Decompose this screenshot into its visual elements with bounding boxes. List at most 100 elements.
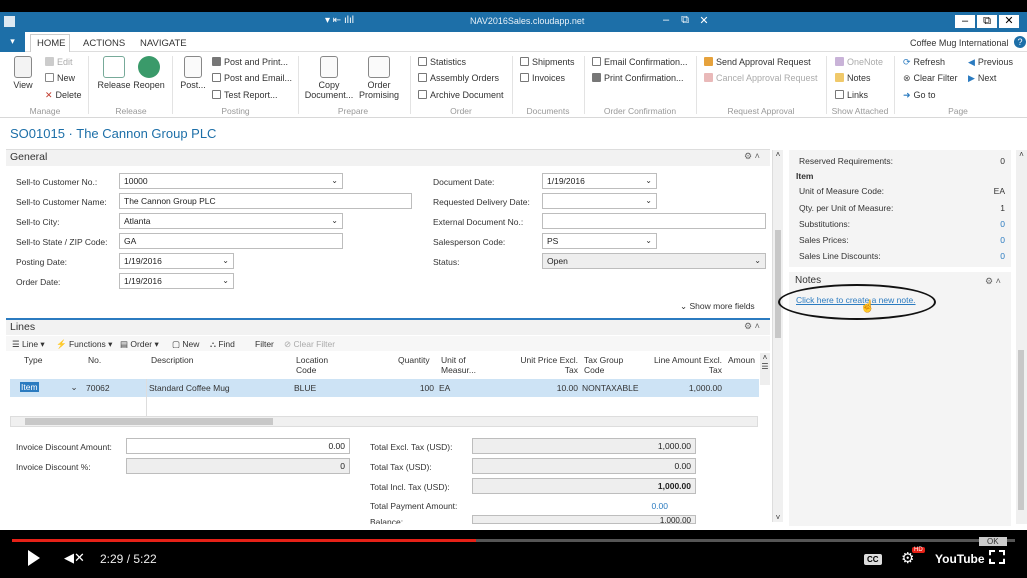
lines-section-title[interactable]: Lines — [10, 321, 35, 333]
assembly-orders-button[interactable]: Assembly Orders — [418, 73, 499, 83]
help-icon[interactable]: ? — [1014, 36, 1026, 48]
scrollbar-thumb[interactable] — [775, 230, 781, 338]
column-chooser-icon[interactable]: ˄ ☰ — [760, 353, 770, 385]
notes-button[interactable]: Notes — [835, 73, 871, 83]
col-unit-price[interactable]: Unit Price Excl. Tax — [512, 355, 578, 375]
col-quantity[interactable]: Quantity — [398, 355, 430, 365]
chevron-down-icon[interactable]: ⌄ — [645, 176, 652, 185]
lines-horizontal-scrollbar[interactable] — [10, 416, 758, 427]
col-description[interactable]: Description — [151, 355, 194, 365]
next-button[interactable]: ▶ Next — [968, 73, 996, 84]
col-location-code[interactable]: Location Code — [296, 355, 346, 375]
col-type[interactable]: Type — [24, 355, 42, 365]
status-field[interactable]: Open ⌄ — [542, 253, 766, 269]
total-payment-amount-value[interactable]: 0.00 — [640, 501, 668, 511]
reopen-button[interactable]: Reopen — [132, 56, 166, 90]
app-menu-button[interactable]: ▾ — [0, 32, 25, 52]
fullscreen-icon[interactable] — [989, 550, 1005, 564]
row-uom-cell[interactable]: EA — [439, 383, 450, 393]
release-button[interactable]: Release — [97, 56, 131, 90]
sales-line-discounts-value[interactable]: 0 — [1000, 251, 1005, 261]
minimize-button[interactable]: – — [656, 14, 676, 26]
chevron-up-icon[interactable]: ˄ — [773, 150, 783, 159]
chevron-down-icon[interactable]: ⌄ — [754, 256, 761, 265]
refresh-button[interactable]: ⟳ Refresh — [903, 57, 945, 68]
row-tax-group-cell[interactable]: NONTAXABLE — [582, 383, 639, 393]
sell-to-customer-no-field[interactable]: 10000 ⌄ — [119, 173, 343, 189]
email-confirmation-button[interactable]: Email Confirmation... — [592, 57, 688, 67]
close-outer-button[interactable]: ✕ — [999, 15, 1019, 28]
col-amount[interactable]: Amoun — [728, 355, 755, 365]
scrollbar-thumb[interactable] — [1018, 350, 1024, 510]
factbox-scrollbar[interactable]: ˄ — [1016, 150, 1027, 524]
external-document-no-field[interactable] — [542, 213, 766, 229]
previous-button[interactable]: ◀ Previous — [968, 57, 1013, 68]
functions-menu[interactable]: ⚡ Functions ▾ — [56, 339, 112, 350]
invoice-discount-amount-field[interactable]: 0.00 — [126, 438, 350, 454]
tab-navigate[interactable]: NAVIGATE — [140, 38, 187, 49]
sell-to-city-field[interactable]: Atlanta ⌄ — [119, 213, 343, 229]
chevron-down-icon[interactable]: ⌄ — [331, 216, 338, 225]
order-date-field[interactable]: 1/19/2016 ⌄ — [119, 273, 234, 289]
table-row[interactable] — [10, 379, 759, 397]
main-vertical-scrollbar[interactable]: ˄ ˅ — [772, 150, 783, 522]
restore-button[interactable]: ⧉ — [675, 14, 695, 27]
chevron-down-icon[interactable]: ⌄ — [222, 256, 229, 265]
chevron-down-icon[interactable]: ⌄ — [645, 236, 652, 245]
archive-document-button[interactable]: Archive Document — [418, 90, 504, 100]
links-button[interactable]: Links — [835, 90, 868, 100]
youtube-logo[interactable]: YouTube — [935, 552, 985, 566]
general-collapse-icon[interactable]: ⚙ ˄ — [744, 151, 760, 162]
order-promising-button[interactable]: Order Promising — [356, 56, 402, 100]
row-line-amount-cell[interactable]: 1,000.00 — [660, 383, 722, 393]
chevron-down-icon[interactable]: ⌄ — [222, 276, 229, 285]
new-button[interactable]: New — [45, 73, 75, 83]
chevron-down-icon[interactable]: ⌄ — [331, 176, 338, 185]
filter-button[interactable]: Filter — [255, 339, 274, 349]
post-and-print-button[interactable]: Post and Print... — [212, 57, 288, 67]
mute-icon[interactable]: ◀✕ — [64, 550, 85, 566]
print-confirmation-button[interactable]: Print Confirmation... — [592, 73, 684, 83]
chevron-down-icon[interactable]: ˅ — [773, 513, 783, 522]
copy-document-button[interactable]: Copy Document... — [303, 56, 355, 100]
play-icon[interactable] — [28, 550, 40, 566]
sell-to-state-field[interactable]: GA — [119, 233, 343, 249]
tab-home[interactable]: HOME — [37, 38, 66, 49]
new-line-button[interactable]: ▢ New — [172, 339, 199, 350]
edit-button[interactable]: Edit — [45, 57, 73, 67]
lines-collapse-icon[interactable]: ⚙ ˄ — [744, 321, 760, 332]
clear-filter-button[interactable]: ⊗ Clear Filter — [903, 73, 958, 84]
line-menu[interactable]: ☰ Line ▾ — [12, 339, 45, 350]
row-no-cell[interactable]: 70062 — [86, 383, 110, 393]
restore-outer-button[interactable]: ⧉ — [977, 15, 997, 28]
clear-filter-lines-button[interactable]: ⊘ Clear Filter — [284, 339, 335, 350]
test-report-button[interactable]: Test Report... — [212, 90, 278, 100]
post-and-email-button[interactable]: Post and Email... — [212, 73, 292, 83]
minimize-outer-button[interactable]: – — [955, 15, 975, 28]
row-location-cell[interactable]: BLUE — [294, 383, 316, 393]
go-to-button[interactable]: ➜ Go to — [903, 90, 936, 101]
salesperson-code-field[interactable]: PS ⌄ — [542, 233, 657, 249]
view-button[interactable]: View — [10, 56, 36, 90]
document-date-field[interactable]: 1/19/2016 ⌄ — [542, 173, 657, 189]
post-button[interactable]: Post... — [178, 56, 208, 90]
chevron-up-icon[interactable]: ˄ — [1016, 150, 1027, 159]
quick-access-icons[interactable]: ▾ ⇤ ılıl — [325, 15, 354, 26]
chevron-down-icon[interactable]: ⌄ — [645, 196, 652, 205]
show-more-fields-link[interactable]: ⌄ Show more fields — [680, 301, 755, 312]
cancel-approval-request-button[interactable]: Cancel Approval Request — [704, 73, 818, 83]
sales-prices-value[interactable]: 0 — [1000, 235, 1005, 245]
shipments-button[interactable]: Shipments — [520, 57, 575, 67]
posting-date-field[interactable]: 1/19/2016 ⌄ — [119, 253, 234, 269]
find-button[interactable]: ⛬ Find — [210, 339, 235, 350]
row-type-cell[interactable]: Item ⌄ — [20, 382, 78, 393]
col-line-amount[interactable]: Line Amount Excl. Tax — [642, 355, 722, 375]
col-tax-group[interactable]: Tax Group Code — [584, 355, 634, 375]
chevron-down-icon[interactable]: ⌄ — [71, 382, 78, 392]
order-menu[interactable]: ▤ Order ▾ — [120, 339, 159, 350]
captions-button[interactable]: CC — [864, 554, 882, 565]
invoices-button[interactable]: Invoices — [520, 73, 565, 83]
statistics-button[interactable]: Statistics — [418, 57, 466, 67]
substitutions-value[interactable]: 0 — [1000, 219, 1005, 229]
ok-button[interactable]: OK — [979, 537, 1007, 546]
